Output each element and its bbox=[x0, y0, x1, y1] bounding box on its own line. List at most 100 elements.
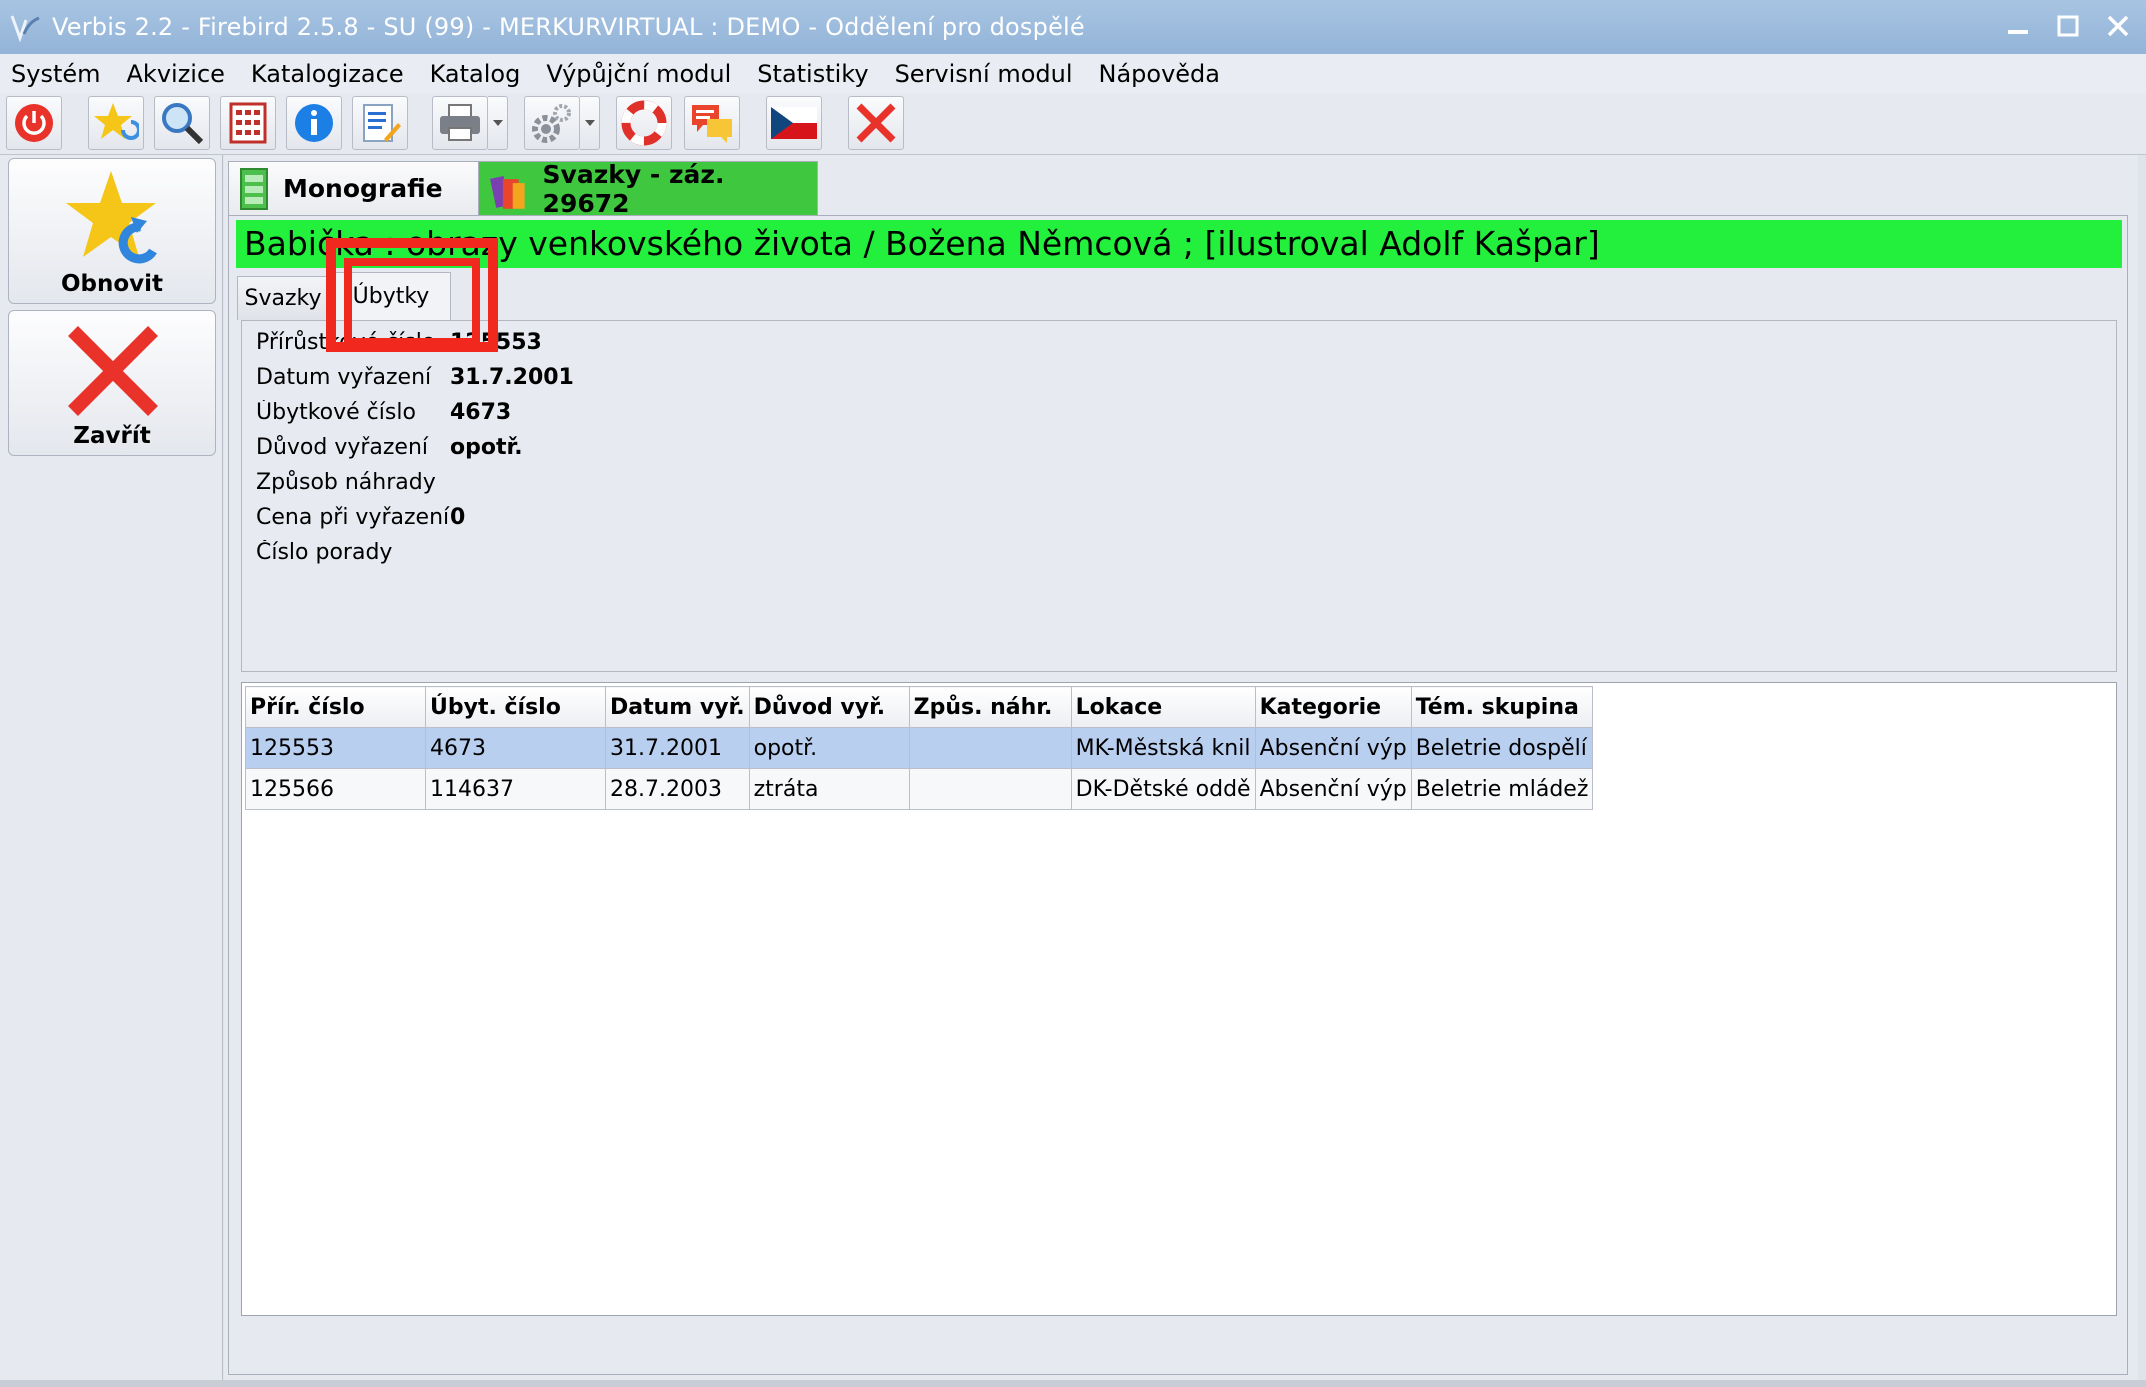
help-lifebuoy-icon bbox=[621, 100, 667, 146]
app-logo-icon bbox=[10, 15, 40, 43]
window-title: Verbis 2.2 - Firebird 2.5.8 - SU (99) - … bbox=[52, 13, 1085, 41]
messages-button[interactable] bbox=[684, 96, 740, 150]
print-button[interactable] bbox=[432, 96, 488, 150]
edit-document-button[interactable] bbox=[352, 96, 408, 150]
field-value: 4673 bbox=[450, 399, 512, 425]
exit-button[interactable] bbox=[6, 96, 62, 150]
menu-system[interactable]: Systém bbox=[0, 60, 114, 88]
chevron-down-icon bbox=[492, 120, 503, 126]
col-header-lokace[interactable]: Lokace bbox=[1070, 686, 1256, 728]
close-label: Zavřít bbox=[73, 423, 151, 449]
subtab-svazky[interactable]: Svazky bbox=[237, 276, 329, 320]
menu-katalogizace[interactable]: Katalogizace bbox=[238, 60, 417, 88]
tab-monografie[interactable]: Monografie bbox=[228, 161, 480, 215]
maximize-icon bbox=[2057, 15, 2079, 37]
refresh-button[interactable]: Obnovit bbox=[8, 158, 216, 304]
tab-svazky-label: Svazky - záz. 29672 bbox=[542, 159, 725, 218]
withdrawals-table: Přír. číslo Úbyt. číslo Datum vyř. Důvod… bbox=[245, 686, 1594, 810]
col-header-kategorie[interactable]: Kategorie bbox=[1254, 686, 1412, 728]
table-cell: ztráta bbox=[748, 768, 910, 810]
power-icon bbox=[15, 104, 53, 142]
close-panel-button[interactable]: Zavřít bbox=[8, 310, 216, 456]
search-button[interactable] bbox=[154, 96, 210, 150]
field-datum-vyrazeni: Datum vyřazení 31.7.2001 bbox=[256, 360, 574, 394]
table-cell: opotř. bbox=[748, 727, 910, 769]
settings-dropdown[interactable] bbox=[580, 96, 600, 150]
table-cell: DK-Dětské oddě bbox=[1070, 768, 1256, 810]
close-window-icon bbox=[2107, 15, 2129, 37]
favorite-refresh-icon bbox=[66, 171, 157, 264]
left-panel: Obnovit Zavřít bbox=[0, 155, 223, 1380]
close-icon bbox=[856, 103, 896, 143]
table-cell: 125553 bbox=[245, 727, 426, 769]
print-dropdown[interactable] bbox=[488, 96, 508, 150]
field-label: Způsob náhrady bbox=[256, 469, 436, 495]
search-icon bbox=[162, 103, 204, 145]
menu-vypujcni-modul[interactable]: Výpůjční modul bbox=[533, 60, 744, 88]
field-value: opotř. bbox=[450, 434, 523, 460]
col-header-tem-skupina[interactable]: Tém. skupina bbox=[1410, 686, 1594, 728]
record-title-banner: Babička : obrazy venkovského života / Bo… bbox=[236, 220, 2122, 268]
col-header-datum-vyr[interactable]: Datum vyř. bbox=[605, 686, 750, 728]
withdrawals-grid[interactable]: Přír. číslo Úbyt. číslo Datum vyř. Důvod… bbox=[241, 682, 2117, 1316]
col-header-duvod-vyr[interactable]: Důvod vyř. bbox=[748, 686, 910, 728]
printer-icon bbox=[440, 104, 480, 141]
field-cislo-porady: Číslo porady bbox=[256, 535, 450, 569]
close-icon bbox=[68, 326, 158, 416]
settings-icon bbox=[532, 104, 571, 143]
field-label: Číslo porady bbox=[256, 539, 393, 565]
table-cell: 28.7.2003 bbox=[605, 768, 750, 810]
maximize-button[interactable] bbox=[2050, 6, 2086, 46]
table-cell: 31.7.2001 bbox=[605, 727, 750, 769]
field-label: Cena při vyřazení bbox=[256, 504, 450, 530]
close-window-button[interactable] bbox=[2100, 6, 2136, 46]
main-area: Monografie Svazky - záz. 29672 Babička :… bbox=[224, 155, 2138, 1380]
field-label: Úbytkové číslo bbox=[256, 399, 416, 425]
messages-icon bbox=[692, 105, 732, 143]
col-header-ubyt-cislo[interactable]: Úbyt. číslo bbox=[425, 686, 606, 728]
info-button[interactable] bbox=[286, 96, 342, 150]
status-bar bbox=[0, 1380, 2146, 1387]
field-value: 0 bbox=[450, 504, 466, 530]
table-cell: Beletrie dospělí bbox=[1410, 727, 1594, 769]
tab-svazky[interactable]: Svazky - záz. 29672 bbox=[478, 159, 818, 218]
table-row[interactable]: 125553 4673 31.7.2001 opotř. MK-Městská … bbox=[245, 727, 1594, 769]
col-header-prir-cislo[interactable]: Přír. číslo bbox=[245, 686, 426, 728]
title-bar: Verbis 2.2 - Firebird 2.5.8 - SU (99) - … bbox=[0, 0, 2146, 54]
chevron-down-icon bbox=[584, 120, 595, 126]
menu-akvizice[interactable]: Akvizice bbox=[114, 60, 238, 88]
table-cell: 125566 bbox=[245, 768, 426, 810]
field-value: 31.7.2001 bbox=[450, 364, 574, 390]
menu-statistiky[interactable]: Statistiky bbox=[744, 60, 881, 88]
table-cell: 114637 bbox=[425, 768, 606, 810]
table-cell: Absenční výp bbox=[1254, 768, 1412, 810]
content-frame: Babička : obrazy venkovského života / Bo… bbox=[228, 215, 2128, 1375]
menu-servisni-modul[interactable]: Servisní modul bbox=[882, 60, 1086, 88]
books-icon bbox=[490, 175, 525, 209]
calculator-button[interactable] bbox=[220, 96, 276, 150]
menu-napoveda[interactable]: Nápověda bbox=[1086, 60, 1234, 88]
help-button[interactable] bbox=[616, 96, 672, 150]
calculator-icon bbox=[229, 102, 267, 144]
highlight-box-inner bbox=[344, 258, 480, 346]
tab-monografie-label: Monografie bbox=[283, 174, 443, 203]
settings-button[interactable] bbox=[524, 96, 580, 150]
minimize-button[interactable] bbox=[2000, 6, 2036, 46]
field-label: Důvod vyřazení bbox=[256, 434, 429, 460]
language-button[interactable] bbox=[766, 96, 822, 150]
info-icon bbox=[295, 104, 333, 142]
table-row[interactable]: 125566 114637 28.7.2003 ztráta DK-Dětské… bbox=[245, 768, 1594, 810]
close-button[interactable] bbox=[848, 96, 904, 150]
withdrawal-details: Přírůstkové číslo 125553 Datum vyřazení … bbox=[241, 320, 2117, 672]
col-header-zpus-nahr[interactable]: Způs. náhr. bbox=[908, 686, 1072, 728]
table-cell: MK-Městská knil bbox=[1070, 727, 1256, 769]
edit-document-icon bbox=[363, 104, 401, 142]
field-duvod-vyrazeni: Důvod vyřazení opotř. bbox=[256, 430, 523, 464]
toolbar bbox=[0, 94, 2146, 155]
refresh-label: Obnovit bbox=[60, 271, 164, 297]
table-cell: Beletrie mládež bbox=[1410, 768, 1594, 810]
field-cena-pri-vyrazeni: Cena při vyřazení 0 bbox=[256, 500, 465, 534]
favorites-refresh-button[interactable] bbox=[88, 96, 144, 150]
field-label: Datum vyřazení bbox=[256, 364, 432, 390]
menu-katalog[interactable]: Katalog bbox=[417, 60, 534, 88]
